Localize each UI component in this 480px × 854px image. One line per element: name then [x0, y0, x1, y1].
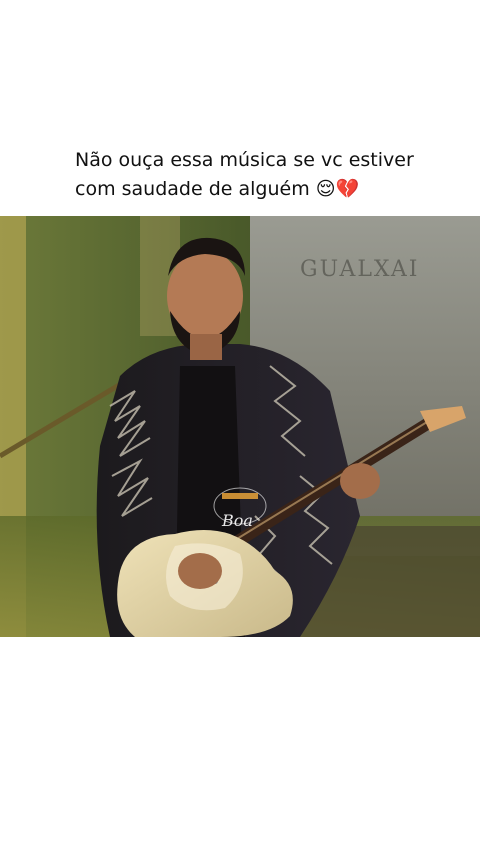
video-player[interactable]: GUALXAI Boa [0, 216, 480, 637]
caption-line-1: Não ouça essa música se vc estiver [75, 149, 414, 171]
backdrop-sign-text: GUALXAI [300, 257, 419, 282]
video-frame: GUALXAI Boa [0, 216, 480, 637]
watermark-text: Boa [221, 511, 253, 530]
post-caption: Não ouça essa música se vc estiver com s… [75, 146, 455, 204]
caption-line-2: com saudade de alguém 😌💔 [75, 178, 360, 200]
